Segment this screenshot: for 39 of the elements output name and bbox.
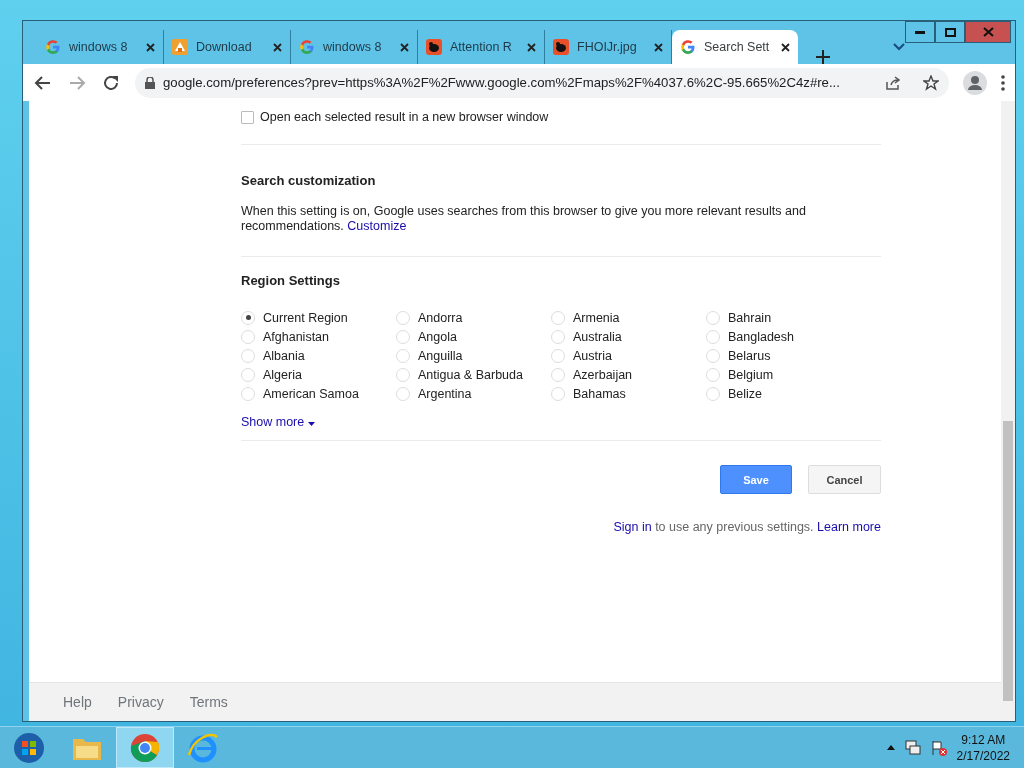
radio-label: American Samoa bbox=[263, 386, 359, 401]
description-text: When this setting is on, Google uses searches from this browser to give you more relevant results and recommendations. Customize bbox=[241, 204, 807, 234]
radio-label: Austria bbox=[573, 348, 612, 363]
learn-more-link[interactable]: Learn more bbox=[817, 520, 881, 534]
radio-label: Current Region bbox=[263, 310, 348, 325]
radio-label: Bangladesh bbox=[728, 329, 795, 344]
radio-label: Anguilla bbox=[418, 348, 463, 363]
radio-label: Armenia bbox=[573, 310, 620, 325]
sign-in-note: Sign in to use any previous settings. Learn more bbox=[612, 520, 881, 535]
footer-link[interactable]: Privacy bbox=[117, 694, 164, 710]
radio-label: Belize bbox=[728, 386, 763, 401]
radio-label: Afghanistan bbox=[263, 329, 330, 344]
sign-in-link[interactable]: Sign in bbox=[613, 520, 652, 534]
section-heading: Search customization bbox=[241, 173, 377, 188]
radio-label: Albania bbox=[263, 348, 305, 363]
radio-label: Bahamas bbox=[573, 386, 626, 401]
show-more-link[interactable]: Show more bbox=[241, 415, 315, 429]
radio-label: Algeria bbox=[263, 367, 302, 382]
cancel-button[interactable]: Cancel bbox=[808, 465, 881, 494]
radio-label: Belarus bbox=[728, 348, 771, 363]
clock-date: 2/17/2022 bbox=[956, 747, 1010, 764]
url-text: google.com/preferences?prev=https%3A%2F%2Fwww.google.com%2Fmaps%2F%4037.6%2C-95.665%2C4z#re... bbox=[163, 75, 840, 90]
customize-link[interactable]: Customize bbox=[347, 219, 407, 233]
clock-time: 9:12 AM bbox=[960, 731, 1007, 748]
radio-label: Angola bbox=[418, 329, 457, 344]
radio-label: Belgium bbox=[728, 367, 774, 382]
radio-label: Antigua & Barbuda bbox=[418, 367, 523, 382]
radio-label: Australia bbox=[573, 329, 622, 344]
section-heading: Region Settings bbox=[241, 273, 341, 288]
address-bar[interactable]: google.com/preferences?prev=https%3A%2F%2Fwww.google.com%2Fmaps%2F%4037.6%2C-95.665%2C4z#re... bbox=[135, 67, 949, 98]
radio-label: Azerbaijan bbox=[573, 367, 633, 382]
radio-label: Bahrain bbox=[728, 310, 772, 325]
radio-label: Argentina bbox=[418, 386, 472, 401]
footer-link[interactable]: Help bbox=[63, 694, 92, 710]
footer-link[interactable]: Terms bbox=[189, 694, 228, 710]
radio-label: Andorra bbox=[418, 310, 463, 325]
checkbox-label: Open each selected result in a new browser window bbox=[260, 110, 549, 124]
browser-tab[interactable]: Search Sett bbox=[672, 30, 798, 64]
save-button[interactable]: Save bbox=[720, 465, 792, 494]
